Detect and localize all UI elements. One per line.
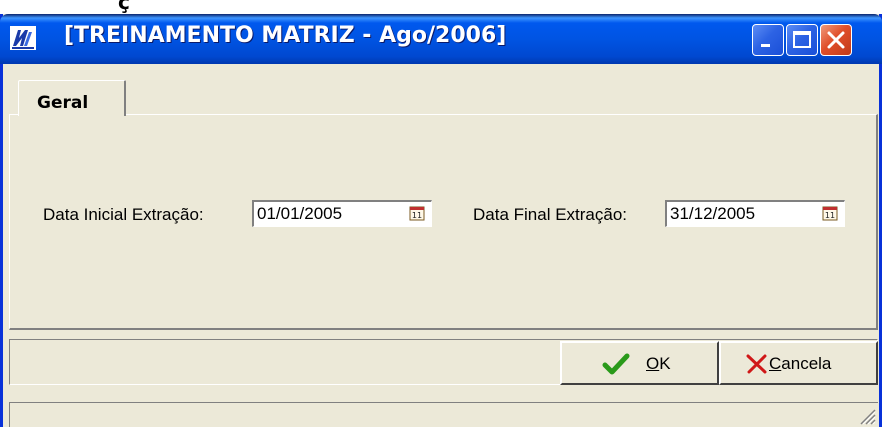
calendar-icon: 11 <box>409 206 425 221</box>
resize-grip-icon[interactable] <box>858 407 876 425</box>
cancel-button-label: Cancela <box>769 354 832 373</box>
start-date-label: Data Inicial Extração: <box>43 205 204 224</box>
start-date-field[interactable]: 01/01/2005 11 <box>252 200 432 227</box>
cancel-button[interactable]: Cancela <box>719 341 878 385</box>
maximize-button[interactable] <box>786 24 818 56</box>
end-date-label: Data Final Extração: <box>473 205 628 224</box>
x-icon <box>746 354 767 374</box>
maximize-icon <box>793 31 811 48</box>
title-bar[interactable]: [TREINAMENTO MATRIZ - Ago/2006] <box>0 14 882 64</box>
end-date-value: 31/12/2005 <box>670 204 756 223</box>
tab-geral[interactable]: Geral <box>18 80 126 116</box>
ok-button[interactable]: OK <box>560 341 719 385</box>
window-above-fragment: ç <box>118 0 130 14</box>
app-logo-icon[interactable] <box>10 26 36 50</box>
ok-button-label: OK <box>646 354 671 373</box>
checkmark-icon <box>602 353 630 375</box>
status-bar <box>9 402 878 427</box>
window-title: [TREINAMENTO MATRIZ - Ago/2006] <box>64 23 507 48</box>
start-date-calendar-button[interactable]: 11 <box>409 205 425 221</box>
end-date-field[interactable]: 31/12/2005 11 <box>665 200 845 227</box>
minimize-icon <box>761 44 770 47</box>
calendar-icon: 11 <box>822 206 838 221</box>
end-date-calendar-button[interactable]: 11 <box>822 205 838 221</box>
close-icon <box>827 31 845 49</box>
minimize-button[interactable] <box>752 24 784 56</box>
tab-geral-label: Geral <box>37 93 89 113</box>
dialog-window: [TREINAMENTO MATRIZ - Ago/2006] Geral Da… <box>0 14 882 427</box>
svg-text:11: 11 <box>825 211 835 220</box>
svg-text:11: 11 <box>412 211 422 220</box>
close-button[interactable] <box>820 24 852 56</box>
start-date-value: 01/01/2005 <box>257 204 343 223</box>
